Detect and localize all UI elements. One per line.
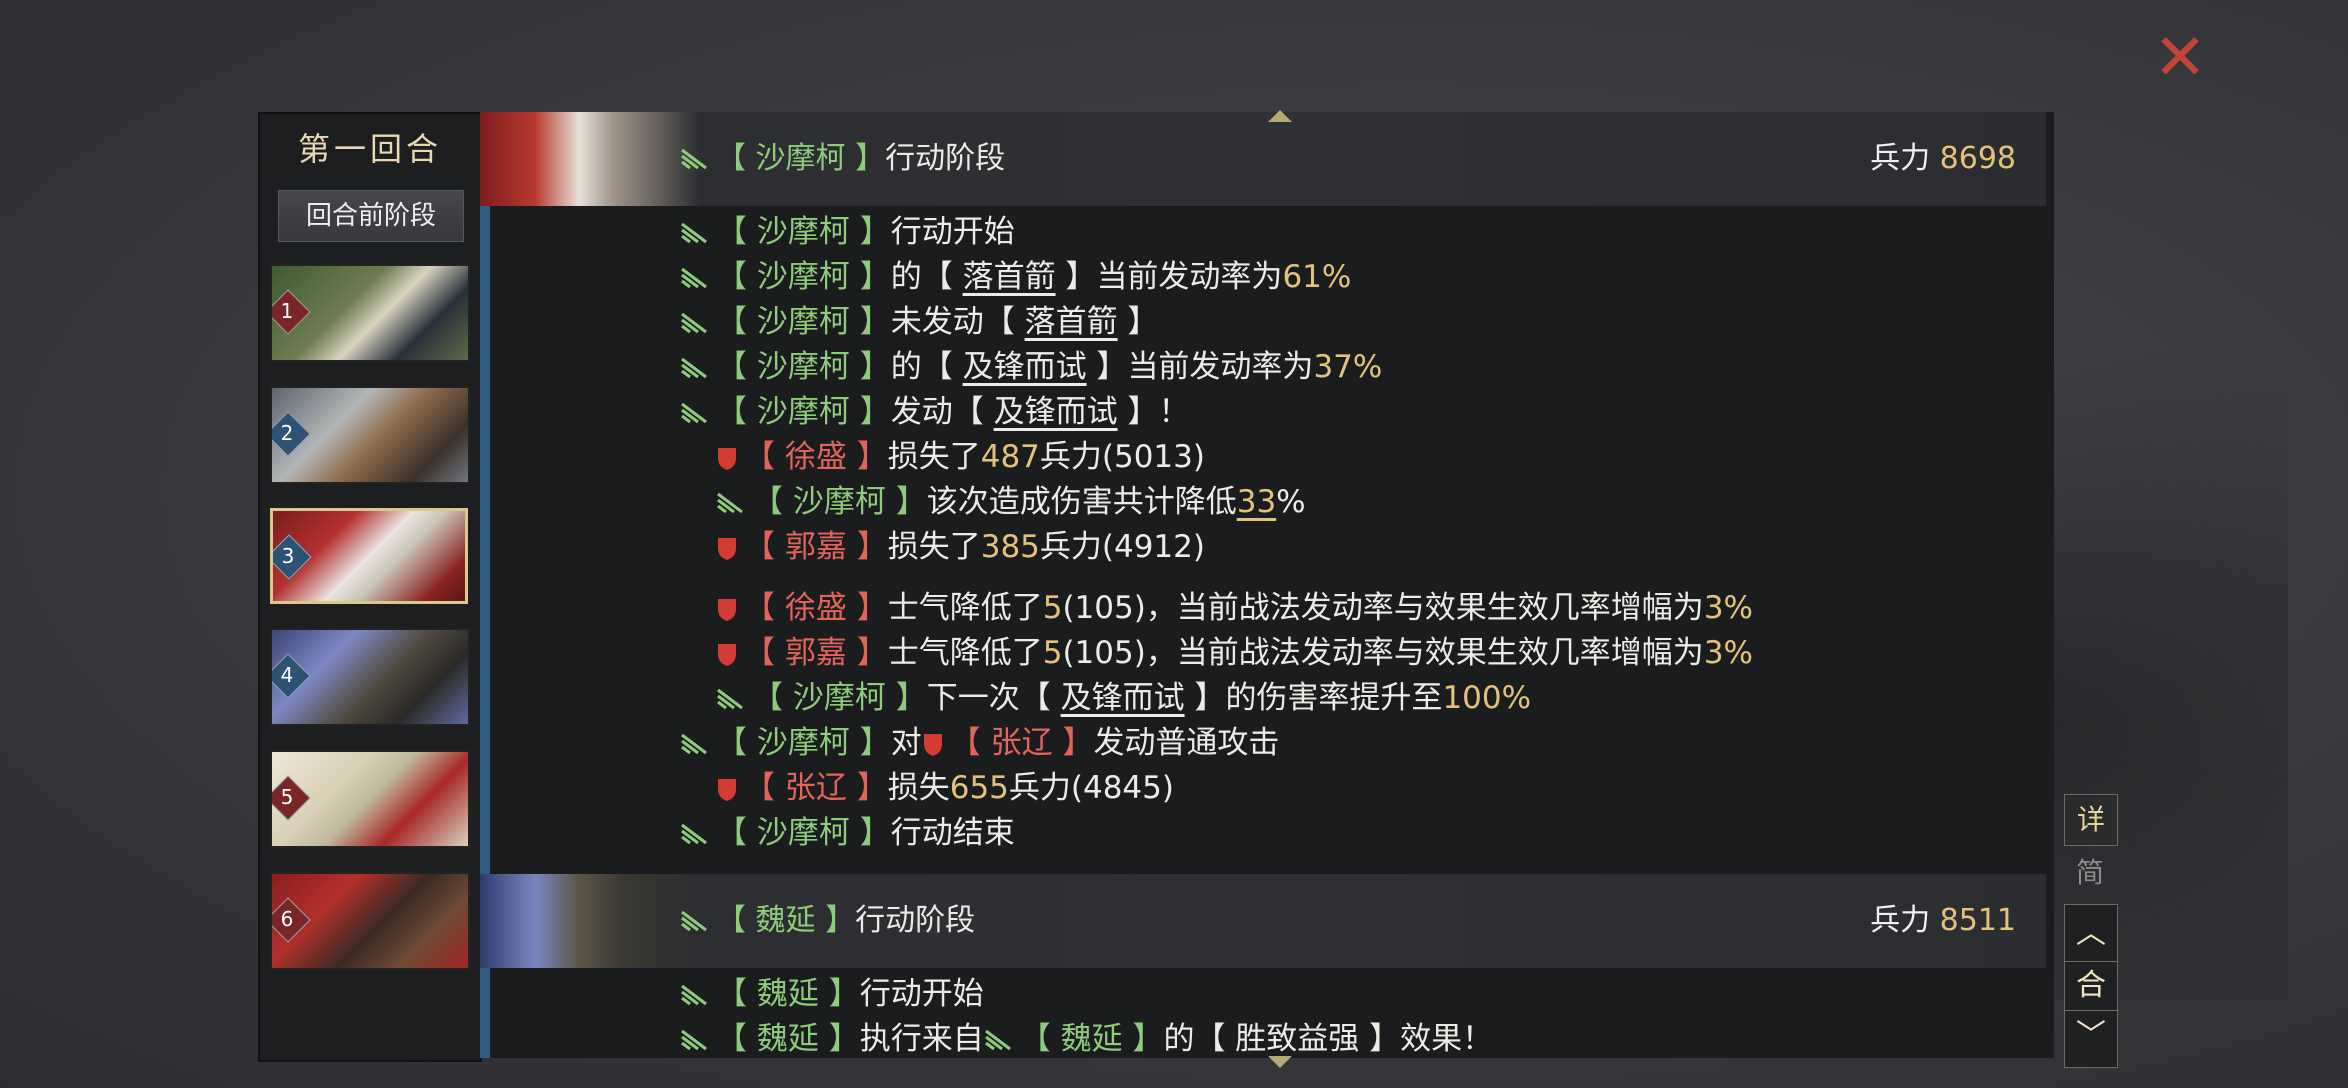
round-nav-label[interactable]: 合 [2065, 961, 2117, 1011]
enemy-shield-icon [718, 644, 736, 666]
general-portrait-3[interactable]: 3 [270, 508, 468, 604]
portrait-number: 3 [281, 544, 295, 568]
log-line: 【 徐盛 】士气降低了5(105)，当前战法发动率与效果生效几率增幅为3% [716, 586, 1753, 631]
log-line: 【 徐盛 】损失了487兵力(5013) [716, 435, 1205, 480]
troops-value: 8698 [1939, 141, 2016, 176]
portrait-number: 5 [280, 785, 294, 809]
scroll-down-indicator-icon [1268, 1056, 1292, 1068]
troops-count: 兵力 8511 [1870, 874, 2016, 968]
general-portrait-5[interactable]: 5 [270, 750, 470, 848]
round-title: 第一回合 [297, 130, 442, 168]
log-line: 【 郭嘉 】损失了385兵力(4912) [716, 525, 1205, 570]
portrait-number: 6 [280, 907, 294, 931]
enemy-shield-icon [718, 779, 736, 801]
enemy-shield-icon [718, 448, 736, 470]
general-portrait-list: 1 2 3 4 5 6 [270, 264, 470, 994]
ally-flag-icon [681, 312, 707, 334]
general-portrait-6[interactable]: 6 [270, 872, 470, 970]
phase-label: 行动阶段 [885, 141, 1006, 176]
ally-flag-icon [717, 688, 743, 710]
skill-link[interactable]: 及锋而试 [1061, 680, 1185, 716]
general-portrait-1[interactable]: 1 [270, 264, 470, 362]
log-line: 【 沙摩柯 】的【 及锋而试 】当前发动率为37% [680, 345, 1382, 390]
phase-title: 【 沙摩柯 】行动阶段 [680, 112, 1005, 206]
log-line: 【 沙摩柯 】对【 张辽 】发动普通攻击 [680, 721, 1279, 766]
portrait-number: 2 [280, 421, 294, 445]
general-portrait-art [480, 874, 700, 968]
skill-link[interactable]: 及锋而试 [963, 349, 1087, 385]
general-name: 魏延 [755, 903, 816, 938]
ally-flag-icon [681, 733, 707, 755]
troops-label: 兵力 [1870, 141, 1931, 176]
phase-header-weiyan[interactable]: 【 魏延 】行动阶段 兵力 8511 [480, 874, 2046, 968]
log-line: 【 沙摩柯 】该次造成伤害共计降低33% [716, 480, 1306, 525]
simple-mode-button[interactable]: 简 [2064, 848, 2116, 898]
chevron-up-icon[interactable]: ︿ [2065, 909, 2117, 959]
detail-mode-button[interactable]: 详 [2064, 794, 2118, 846]
troops-count: 兵力 8698 [1870, 112, 2016, 206]
ally-flag-icon [681, 1029, 707, 1051]
phase-accent-bar [480, 206, 490, 620]
pre-phase-button[interactable]: 回合前阶段 [278, 190, 464, 242]
portrait-number: 1 [280, 299, 294, 323]
ally-flag-icon [681, 984, 707, 1006]
log-line: 【 沙摩柯 】未发动【 落首箭 】 [680, 300, 1158, 345]
chevron-down-icon[interactable]: ﹀ [2065, 1011, 2117, 1061]
log-line: 【 沙摩柯 】下一次【 及锋而试 】的伤害率提升至100% [716, 676, 1531, 721]
phase-log-weiyan: 【 魏延 】行动开始 【 魏延 】执行来自【 魏延 】的【 胜致益强 】效果！ [480, 968, 2046, 1058]
ally-flag-icon [681, 148, 707, 170]
enemy-shield-icon [923, 734, 942, 756]
skill-link[interactable]: 及锋而试 [994, 394, 1118, 430]
log-line: 【 魏延 】行动开始 [680, 972, 984, 1017]
phase-label: 行动阶段 [855, 903, 976, 938]
general-portrait-4[interactable]: 4 [270, 628, 470, 726]
ally-flag-icon [681, 823, 707, 845]
general-portrait-2[interactable]: 2 [270, 386, 470, 484]
troops-value: 8511 [1939, 903, 2016, 938]
log-line: 【 郭嘉 】士气降低了5(105)，当前战法发动率与效果生效几率增幅为3% [716, 631, 1753, 676]
round-navigator: ︿ 合 ﹀ [2064, 904, 2118, 1068]
enemy-shield-icon [718, 599, 736, 621]
scroll-up-indicator-icon [1268, 110, 1292, 122]
log-line: 【 张辽 】损失655兵力(4845) [716, 766, 1174, 811]
phase-title: 【 魏延 】行动阶段 [680, 874, 975, 968]
ally-flag-icon [681, 222, 707, 244]
phase-header-shamoke[interactable]: 【 沙摩柯 】行动阶段 兵力 8698 [480, 112, 2046, 206]
log-line: 【 沙摩柯 】行动开始 [680, 210, 1015, 255]
general-name: 沙摩柯 [755, 141, 846, 176]
portrait-number: 4 [280, 663, 294, 687]
phase-accent-bar [480, 968, 490, 1058]
ally-flag-icon [681, 402, 707, 424]
skill-link[interactable]: 胜致益强 [1235, 1021, 1359, 1057]
ally-flag-icon [717, 492, 743, 514]
ally-flag-icon [681, 267, 707, 289]
log-line: 【 魏延 】执行来自【 魏延 】的【 胜致益强 】效果！ [680, 1017, 1493, 1058]
log-line: 【 沙摩柯 】行动结束 [680, 811, 1015, 856]
general-portrait-art [480, 112, 700, 206]
enemy-shield-icon [718, 538, 736, 560]
ally-flag-icon [681, 357, 707, 379]
log-line: 【 沙摩柯 】的【 落首箭 】当前发动率为61% [680, 255, 1351, 300]
skill-link[interactable]: 落首箭 [963, 259, 1056, 295]
close-icon[interactable]: ✕ [2150, 26, 2210, 90]
battle-log-panel[interactable]: 【 沙摩柯 】行动阶段 兵力 8698 【 沙摩柯 】行动开始 【 沙摩柯 】的… [480, 112, 2054, 1058]
ally-flag-icon [681, 910, 707, 932]
round-sidebar: 第一回合 回合前阶段 1 2 3 4 5 6 [258, 112, 482, 1062]
phase-log-shamoke: 【 沙摩柯 】行动开始 【 沙摩柯 】的【 落首箭 】当前发动率为61% 【 沙… [480, 206, 2046, 620]
ally-flag-icon [984, 1029, 1011, 1051]
skill-link[interactable]: 落首箭 [1025, 304, 1118, 340]
log-line: 【 沙摩柯 】发动【 及锋而试 】！ [680, 390, 1189, 435]
troops-label: 兵力 [1870, 903, 1931, 938]
